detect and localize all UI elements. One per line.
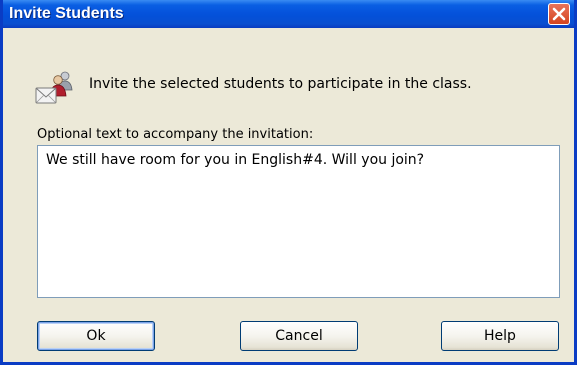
close-icon (552, 7, 566, 21)
close-button[interactable] (548, 3, 570, 25)
optional-text-label: Optional text to accompany the invitatio… (37, 127, 314, 142)
dialog-title: Invite Students (9, 5, 124, 22)
help-button[interactable]: Help (441, 321, 559, 351)
envelope-students-icon (35, 71, 73, 104)
invite-students-dialog: Invite Students Invite the selected stud… (0, 0, 577, 365)
title-bar[interactable]: Invite Students (3, 0, 574, 28)
ok-button[interactable]: Ok (37, 321, 155, 351)
invite-message: Invite the selected students to particip… (89, 76, 472, 92)
cancel-button[interactable]: Cancel (240, 321, 358, 351)
invitation-text-field[interactable]: We still have room for you in English#4.… (37, 145, 560, 298)
